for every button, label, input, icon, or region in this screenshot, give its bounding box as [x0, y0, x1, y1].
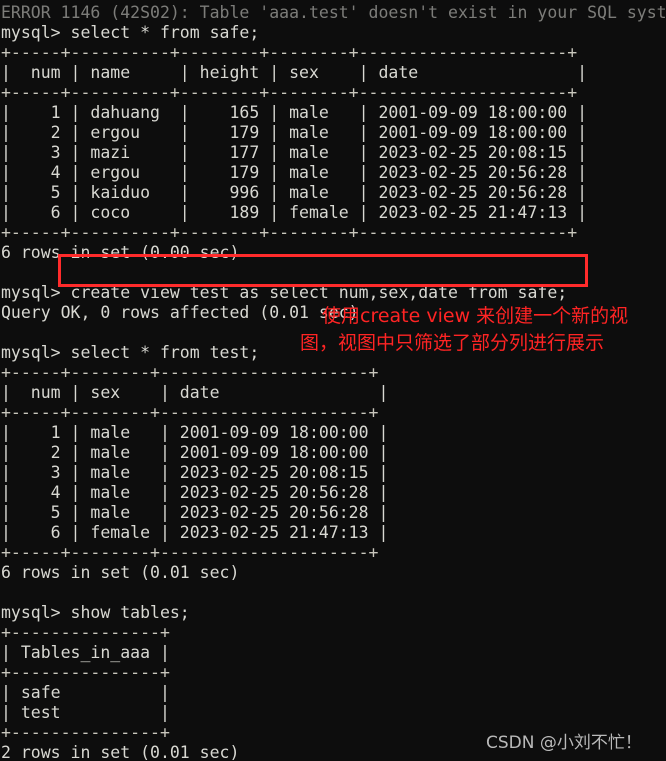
terminal-line: mysql> select * from safe;: [1, 22, 260, 42]
terminal-line: | test |: [1, 702, 170, 722]
terminal-line: | 1 | male | 2001-09-09 18:00:00 |: [1, 422, 389, 442]
terminal-line: +-----+----------+--------+--------+----…: [1, 42, 578, 62]
terminal-line: | 2 | male | 2001-09-09 18:00:00 |: [1, 442, 389, 462]
terminal-screen: ERROR 1146 (42S02): Table 'aaa.test' doe…: [0, 0, 666, 761]
terminal-line: | 3 | male | 2023-02-25 20:08:15 |: [1, 462, 389, 482]
terminal-line: | Tables_in_aaa |: [1, 642, 170, 662]
annotation-line-1: 使用create view 来创建一个新的视: [322, 305, 629, 327]
terminal-line: | 4 | male | 2023-02-25 20:56:28 |: [1, 482, 389, 502]
terminal-line: | 5 | male | 2023-02-25 20:56:28 |: [1, 502, 389, 522]
terminal-line: | 5 | kaiduo | 996 | male | 2023-02-25 2…: [1, 182, 588, 202]
terminal-line: mysql> create view test as select num,se…: [1, 282, 568, 302]
terminal-line: | num | name | height | sex | date |: [1, 62, 588, 82]
terminal-output[interactable]: ERROR 1146 (42S02): Table 'aaa.test' doe…: [0, 3, 666, 761]
terminal-line: +---------------+: [1, 662, 170, 682]
terminal-line: 6 rows in set (0.01 sec): [1, 562, 240, 582]
terminal-line: +---------------+: [1, 622, 170, 642]
terminal-line: ERROR 1146 (42S02): Table 'aaa.test' doe…: [1, 2, 666, 22]
csdn-watermark: CSDN @小刘不忙！: [486, 733, 642, 753]
terminal-line: | 2 | ergou | 179 | male | 2001-09-09 18…: [1, 122, 588, 142]
terminal-line: 6 rows in set (0.00 sec): [1, 242, 240, 262]
terminal-line: | 1 | dahuang | 165 | male | 2001-09-09 …: [1, 102, 588, 122]
terminal-line: +-----+--------+---------------------+: [1, 402, 379, 422]
terminal-line: | 4 | ergou | 179 | male | 2023-02-25 20…: [1, 162, 588, 182]
annotation-line-2: 图，视图中只筛选了部分列进行展示: [300, 332, 605, 354]
terminal-line: | 3 | mazi | 177 | male | 2023-02-25 20:…: [1, 142, 588, 162]
terminal-line: +-----+----------+--------+--------+----…: [1, 222, 578, 242]
terminal-line: mysql> show tables;: [1, 602, 190, 622]
terminal-line: +-----+--------+---------------------+: [1, 362, 379, 382]
terminal-line: +-----+----------+--------+--------+----…: [1, 82, 578, 102]
terminal-line: +-----+--------+---------------------+: [1, 542, 379, 562]
terminal-line: | 6 | female | 2023-02-25 21:47:13 |: [1, 522, 389, 542]
terminal-line: | 6 | coco | 189 | female | 2023-02-25 2…: [1, 202, 588, 222]
terminal-line: | num | sex | date |: [1, 382, 389, 402]
terminal-line: | safe |: [1, 682, 170, 702]
